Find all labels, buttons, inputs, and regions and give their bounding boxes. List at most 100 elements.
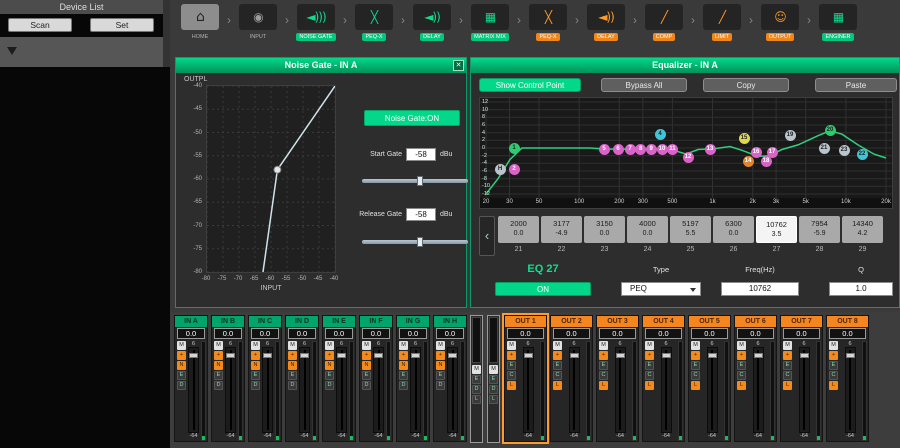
channel-button-c[interactable]: C xyxy=(553,371,562,380)
channel-button-n[interactable]: N xyxy=(177,361,186,370)
noise-gate-titlebar[interactable]: Noise Gate - IN A ✕ xyxy=(176,58,466,73)
eq-band-button-25[interactable]: 5197 5.5 xyxy=(670,216,711,243)
channel-button-m[interactable]: M xyxy=(645,341,654,350)
channel-gain-value[interactable]: 0.0 xyxy=(645,328,682,339)
channel-button-e[interactable]: E xyxy=(177,371,186,380)
fader-handle[interactable] xyxy=(524,353,533,358)
band-prev-button[interactable]: ‹ xyxy=(479,216,495,256)
channel-button-e[interactable]: E xyxy=(507,361,516,370)
channel-button-c[interactable]: C xyxy=(599,371,608,380)
channel-button-e[interactable]: E xyxy=(599,361,608,370)
channel-button-e[interactable]: E xyxy=(436,371,445,380)
eq-point-11[interactable]: 11 xyxy=(667,144,678,155)
eq-point-4[interactable]: 4 xyxy=(655,129,666,140)
bus-button-d[interactable]: D xyxy=(489,385,498,394)
channel-button-m[interactable]: M xyxy=(553,341,562,350)
start-gate-value[interactable]: -58 xyxy=(406,148,436,161)
fader-handle[interactable] xyxy=(300,353,309,358)
bypass-all-button[interactable]: Bypass All xyxy=(601,78,687,92)
equalizer-titlebar[interactable]: Equalizer - IN A xyxy=(471,58,899,73)
fader-handle[interactable] xyxy=(411,353,420,358)
channel-gain-value[interactable]: 0.0 xyxy=(177,328,205,339)
channel-fader[interactable] xyxy=(845,347,856,433)
channel-button-l[interactable]: L xyxy=(829,381,838,390)
eq-band-button-22[interactable]: 3177 -4.9 xyxy=(541,216,582,243)
channel-button-n[interactable]: N xyxy=(436,361,445,370)
channel-fader[interactable] xyxy=(615,347,626,433)
toolbar-item-delay[interactable]: ◄)) DELAY xyxy=(581,4,631,41)
channel-button-m[interactable]: M xyxy=(436,341,445,350)
noise-gate-plot[interactable] xyxy=(206,85,336,273)
channel-button-plus[interactable]: + xyxy=(399,351,408,360)
channel-button-l[interactable]: L xyxy=(599,381,608,390)
channel-button-n[interactable]: N xyxy=(399,361,408,370)
channel-button-plus[interactable]: + xyxy=(288,351,297,360)
channel-button-e[interactable]: E xyxy=(399,371,408,380)
channel-button-m[interactable]: M xyxy=(599,341,608,350)
eq-point-20[interactable]: 20 xyxy=(825,125,836,136)
channel-fader[interactable] xyxy=(262,347,273,433)
fader-handle[interactable] xyxy=(570,353,579,358)
channel-label[interactable]: IN A xyxy=(175,316,207,327)
channel-label[interactable]: IN H xyxy=(434,316,466,327)
eq-band-button-23[interactable]: 3150 0.0 xyxy=(584,216,625,243)
device-tree-header[interactable] xyxy=(0,37,163,67)
channel-gain-value[interactable]: 0.0 xyxy=(436,328,464,339)
channel-button-plus[interactable]: + xyxy=(645,351,654,360)
release-gate-value[interactable]: -58 xyxy=(406,208,436,221)
channel-button-m[interactable]: M xyxy=(251,341,260,350)
channel-button-m[interactable]: M xyxy=(362,341,371,350)
copy-button[interactable]: Copy xyxy=(703,78,789,92)
channel-gain-value[interactable]: 0.0 xyxy=(325,328,353,339)
channel-fader[interactable] xyxy=(410,347,421,433)
channel-button-d[interactable]: D xyxy=(288,381,297,390)
fader-handle[interactable] xyxy=(337,353,346,358)
eq-point-22[interactable]: 22 xyxy=(857,149,868,160)
channel-button-l[interactable]: L xyxy=(783,381,792,390)
eq-point-2[interactable]: 2 xyxy=(509,164,520,175)
channel-button-m[interactable]: M xyxy=(691,341,700,350)
channel-button-m[interactable]: M xyxy=(783,341,792,350)
channel-fader[interactable] xyxy=(707,347,718,433)
channel-fader[interactable] xyxy=(373,347,384,433)
channel-label[interactable]: OUT 7 xyxy=(781,316,822,327)
toolbar-item-enginer[interactable]: ▦ ENGINER xyxy=(813,4,863,41)
channel-button-plus[interactable]: + xyxy=(507,351,516,360)
eq-point-H[interactable]: H xyxy=(495,164,506,175)
bus-button-d[interactable]: D xyxy=(472,385,481,394)
channel-label[interactable]: OUT 2 xyxy=(551,316,592,327)
channel-label[interactable]: IN C xyxy=(249,316,281,327)
close-icon[interactable]: ✕ xyxy=(453,60,464,71)
eq-point-15[interactable]: 15 xyxy=(739,133,750,144)
channel-button-d[interactable]: D xyxy=(399,381,408,390)
channel-gain-value[interactable]: 0.0 xyxy=(553,328,590,339)
channel-button-c[interactable]: C xyxy=(737,371,746,380)
channel-button-d[interactable]: D xyxy=(214,381,223,390)
fader-handle[interactable] xyxy=(189,353,198,358)
channel-gain-value[interactable]: 0.0 xyxy=(599,328,636,339)
channel-label[interactable]: OUT 8 xyxy=(827,316,868,327)
toolbar-item-matrix-mix[interactable]: ▦ MATRIX MIX xyxy=(465,4,515,41)
channel-button-n[interactable]: N xyxy=(362,361,371,370)
channel-fader[interactable] xyxy=(661,347,672,433)
channel-button-d[interactable]: D xyxy=(325,381,334,390)
channel-gain-value[interactable]: 0.0 xyxy=(783,328,820,339)
sidebar-scrollbar[interactable] xyxy=(163,0,170,67)
tree-expand-icon[interactable] xyxy=(7,47,17,55)
eq-point-6[interactable]: 6 xyxy=(613,144,624,155)
eq-band-button-21[interactable]: 2000 0.0 xyxy=(498,216,539,243)
channel-button-m[interactable]: M xyxy=(737,341,746,350)
channel-button-e[interactable]: E xyxy=(325,371,334,380)
bus-button-e[interactable]: E xyxy=(472,375,481,384)
channel-button-m[interactable]: M xyxy=(325,341,334,350)
start-gate-slider[interactable] xyxy=(362,179,468,183)
eq-point-10[interactable]: 10 xyxy=(657,144,668,155)
channel-button-d[interactable]: D xyxy=(362,381,371,390)
channel-button-plus[interactable]: + xyxy=(177,351,186,360)
eq-point-7[interactable]: 7 xyxy=(625,144,636,155)
eq-point-8[interactable]: 8 xyxy=(635,144,646,155)
channel-gain-value[interactable]: 0.0 xyxy=(829,328,866,339)
eq-band-button-26[interactable]: 6300 0.0 xyxy=(713,216,754,243)
channel-button-n[interactable]: N xyxy=(214,361,223,370)
toolbar-item-peq-x[interactable]: ╳ PEQ-X xyxy=(349,4,399,41)
